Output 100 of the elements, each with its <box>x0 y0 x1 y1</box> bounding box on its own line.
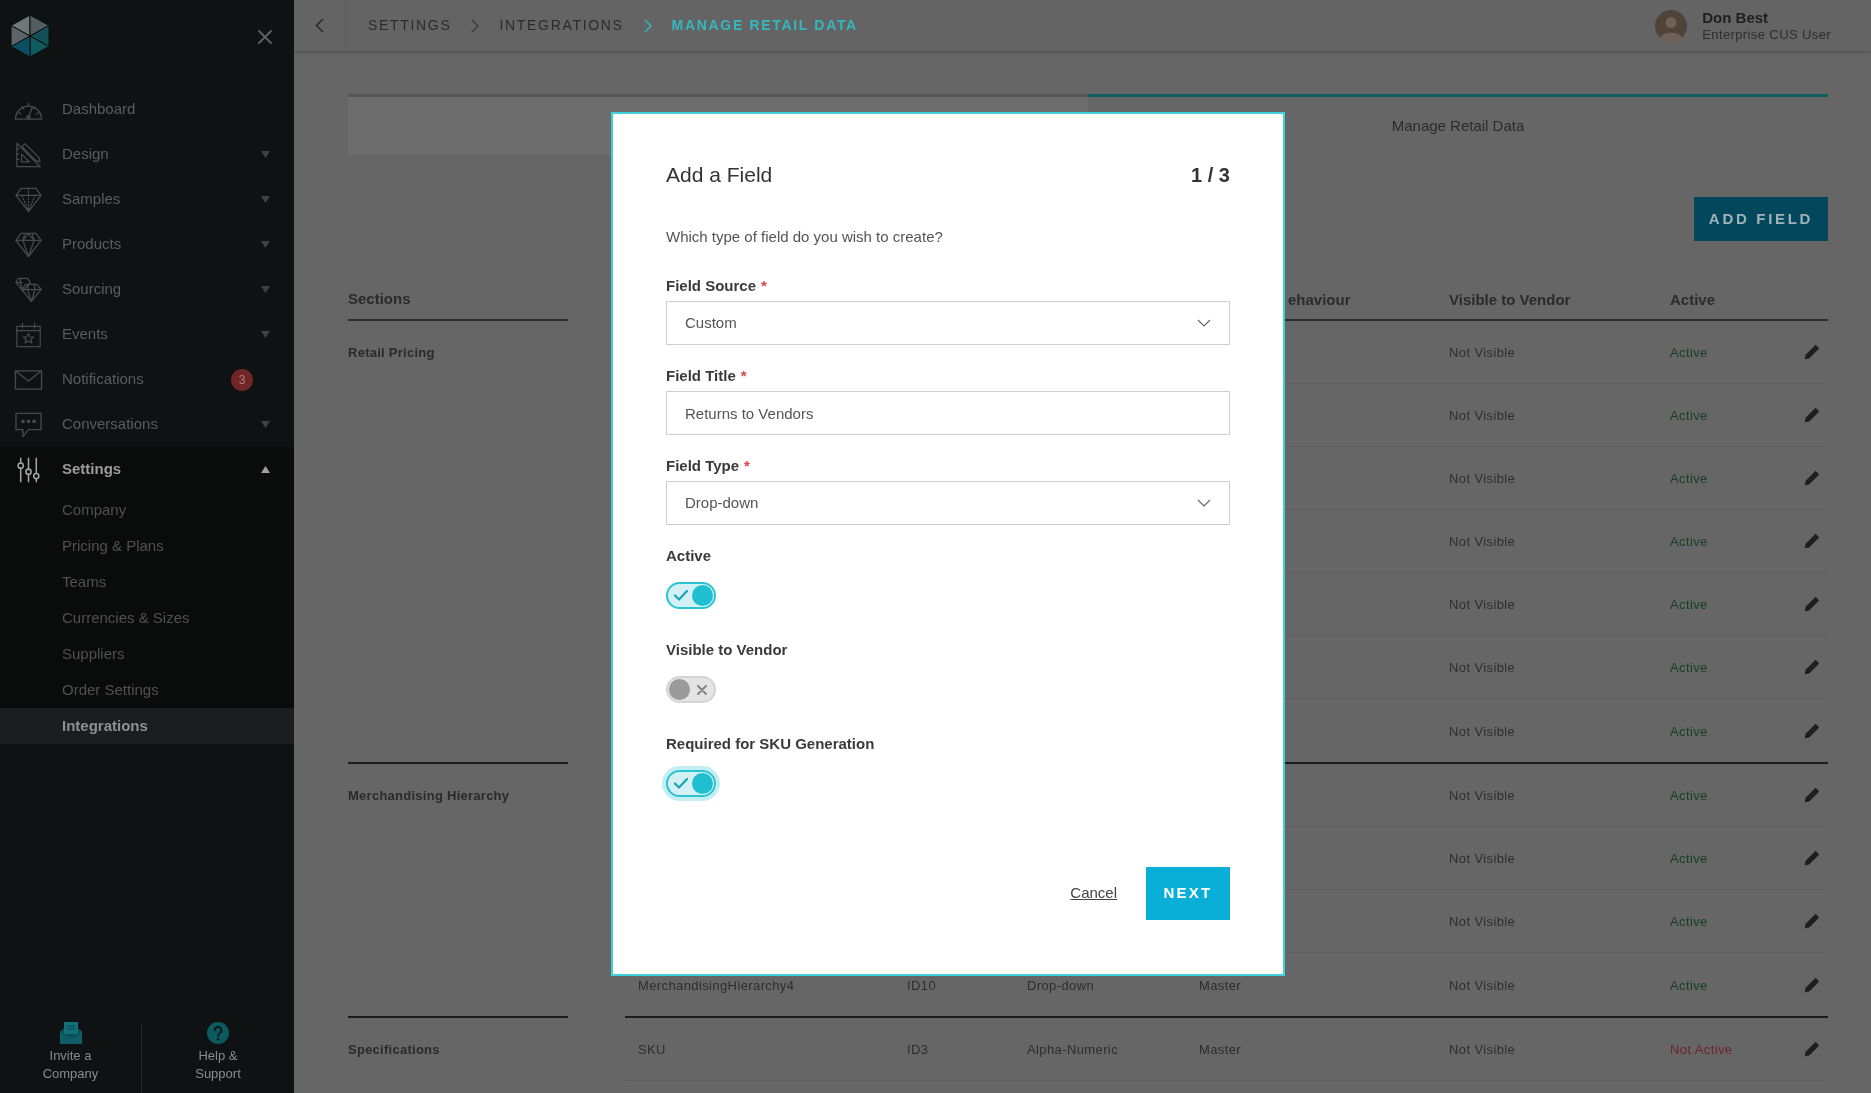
table-cell: ID3 <box>907 1042 929 1057</box>
table-cell: ID10 <box>907 977 937 993</box>
nav-item[interactable]: Products <box>0 222 294 267</box>
chevron-down-icon <box>1197 319 1211 327</box>
status-text: Not Active <box>1670 1042 1733 1057</box>
status-text: Active <box>1670 660 1708 675</box>
ruler-pencil-icon <box>14 141 43 168</box>
nav-item[interactable]: Sourcing <box>0 267 294 312</box>
hexagon-logo[interactable] <box>10 14 50 58</box>
envelope-letter-icon <box>59 1022 82 1044</box>
column-header: ehaviour <box>1288 290 1351 308</box>
pencil-icon[interactable] <box>1804 596 1820 612</box>
nav-item[interactable]: Dashboard <box>0 87 294 132</box>
pencil-icon[interactable] <box>1804 407 1820 423</box>
next-button[interactable]: NEXT <box>1146 867 1230 920</box>
check-icon <box>674 778 688 789</box>
select-field[interactable]: Custom <box>666 301 1230 345</box>
status-text: Active <box>1670 788 1708 803</box>
chevron-left-icon[interactable] <box>315 18 324 33</box>
cancel-link[interactable]: Cancel <box>1070 882 1117 905</box>
pencil-icon[interactable] <box>1804 722 1820 739</box>
double-diamond-icon <box>14 276 43 303</box>
close-icon[interactable] <box>258 30 272 44</box>
notification-count: 3 <box>231 368 253 391</box>
nav-subitem[interactable]: Teams <box>0 564 294 600</box>
pencil-icon[interactable] <box>1804 1041 1820 1057</box>
nav-item[interactable]: Conversations <box>0 402 294 447</box>
footer-link[interactable]: Invite a Company <box>0 1022 141 1093</box>
breadcrumb-link[interactable]: SETTINGS <box>368 15 452 36</box>
field-label: Field Title * <box>666 367 747 384</box>
table-cell: Not Visible <box>1449 471 1516 486</box>
caret-down-icon <box>261 421 270 428</box>
status-text: Active <box>1670 723 1708 739</box>
dialog-question: Which type of field do you wish to create? <box>666 228 943 245</box>
gem-icon <box>14 186 43 213</box>
status-text: Active <box>1670 851 1708 866</box>
nav-item[interactable]: Samples <box>0 177 294 222</box>
caret-up-icon <box>261 466 270 473</box>
nav-subitem[interactable]: Order Settings <box>0 672 294 708</box>
table-cell: MerchandisingHierarchy4 <box>638 977 795 993</box>
nav-subitem[interactable]: Pricing & Plans <box>0 528 294 564</box>
nav-item[interactable]: Events <box>0 312 294 357</box>
help-icon <box>207 1022 229 1044</box>
pencil-icon[interactable] <box>1804 787 1820 803</box>
x-icon <box>697 684 707 695</box>
add-field-button[interactable]: ADD FIELD <box>1694 197 1828 241</box>
nav-subitem[interactable]: Integrations <box>0 708 294 744</box>
chevron-down-icon <box>1197 499 1211 507</box>
caret-down-icon <box>261 286 270 293</box>
pencil-icon[interactable] <box>1804 533 1820 549</box>
nav-item[interactable]: Settings <box>0 447 294 492</box>
table-cell: Not Visible <box>1449 345 1516 360</box>
switch-knob <box>692 773 713 794</box>
field-label: Field Source * <box>666 277 767 294</box>
select-field[interactable]: Drop-down <box>666 481 1230 525</box>
switch-knob <box>669 679 690 700</box>
pencil-icon[interactable] <box>1804 659 1820 675</box>
table-cell: Not Visible <box>1449 851 1516 866</box>
column-header: Visible to Vendor <box>1449 290 1571 308</box>
text-field[interactable]: Returns to Vendors <box>666 391 1230 435</box>
nav-subitem[interactable]: Company <box>0 492 294 528</box>
speech-bubble-icon <box>14 411 43 438</box>
table-cell: Not Visible <box>1449 660 1516 675</box>
caret-down-icon <box>261 196 270 203</box>
toggle-switch[interactable] <box>666 676 716 703</box>
caret-down-icon <box>261 151 270 158</box>
diamond-icon <box>14 231 43 258</box>
caret-down-icon <box>261 331 270 338</box>
nav-subitem[interactable]: Suppliers <box>0 636 294 672</box>
sliders-icon <box>14 456 43 483</box>
table-cell: Alpha-Numeric <box>1027 1042 1119 1057</box>
status-text: Active <box>1670 408 1708 423</box>
table-cell: Not Visible <box>1449 723 1516 739</box>
avatar-silhouette[interactable] <box>1655 9 1688 42</box>
status-text: Active <box>1670 345 1708 360</box>
section-name: Specifications <box>348 1040 440 1059</box>
field-label: Active <box>666 547 712 564</box>
column-header: Sections <box>348 289 411 310</box>
toggle-switch[interactable] <box>666 582 716 609</box>
chevron-right-icon <box>643 18 652 33</box>
table-cell: Not Visible <box>1449 977 1516 993</box>
pencil-icon[interactable] <box>1804 913 1820 929</box>
pencil-icon[interactable] <box>1804 976 1820 993</box>
user-name: Don Best <box>1702 8 1770 26</box>
pencil-icon[interactable] <box>1804 470 1820 486</box>
table-cell: Not Visible <box>1449 1042 1516 1057</box>
breadcrumb-link[interactable]: INTEGRATIONS <box>499 15 624 36</box>
field-label: Visible to Vendor <box>666 641 788 658</box>
status-text: Active <box>1670 597 1708 612</box>
nav-subitem[interactable]: Currencies & Sizes <box>0 600 294 636</box>
field-label: Field Type * <box>666 457 750 474</box>
table-cell: Master <box>1199 977 1242 993</box>
status-text: Active <box>1670 471 1708 486</box>
breadcrumb-link[interactable]: MANAGE RETAIL DATA <box>671 15 858 36</box>
pencil-icon[interactable] <box>1804 850 1820 866</box>
nav-item[interactable]: Design <box>0 132 294 177</box>
pencil-icon[interactable] <box>1804 344 1820 360</box>
nav-item[interactable]: Notifications 3 <box>0 357 294 402</box>
field-label: Required for SKU Generation <box>666 735 875 752</box>
status-text: Active <box>1670 534 1708 549</box>
